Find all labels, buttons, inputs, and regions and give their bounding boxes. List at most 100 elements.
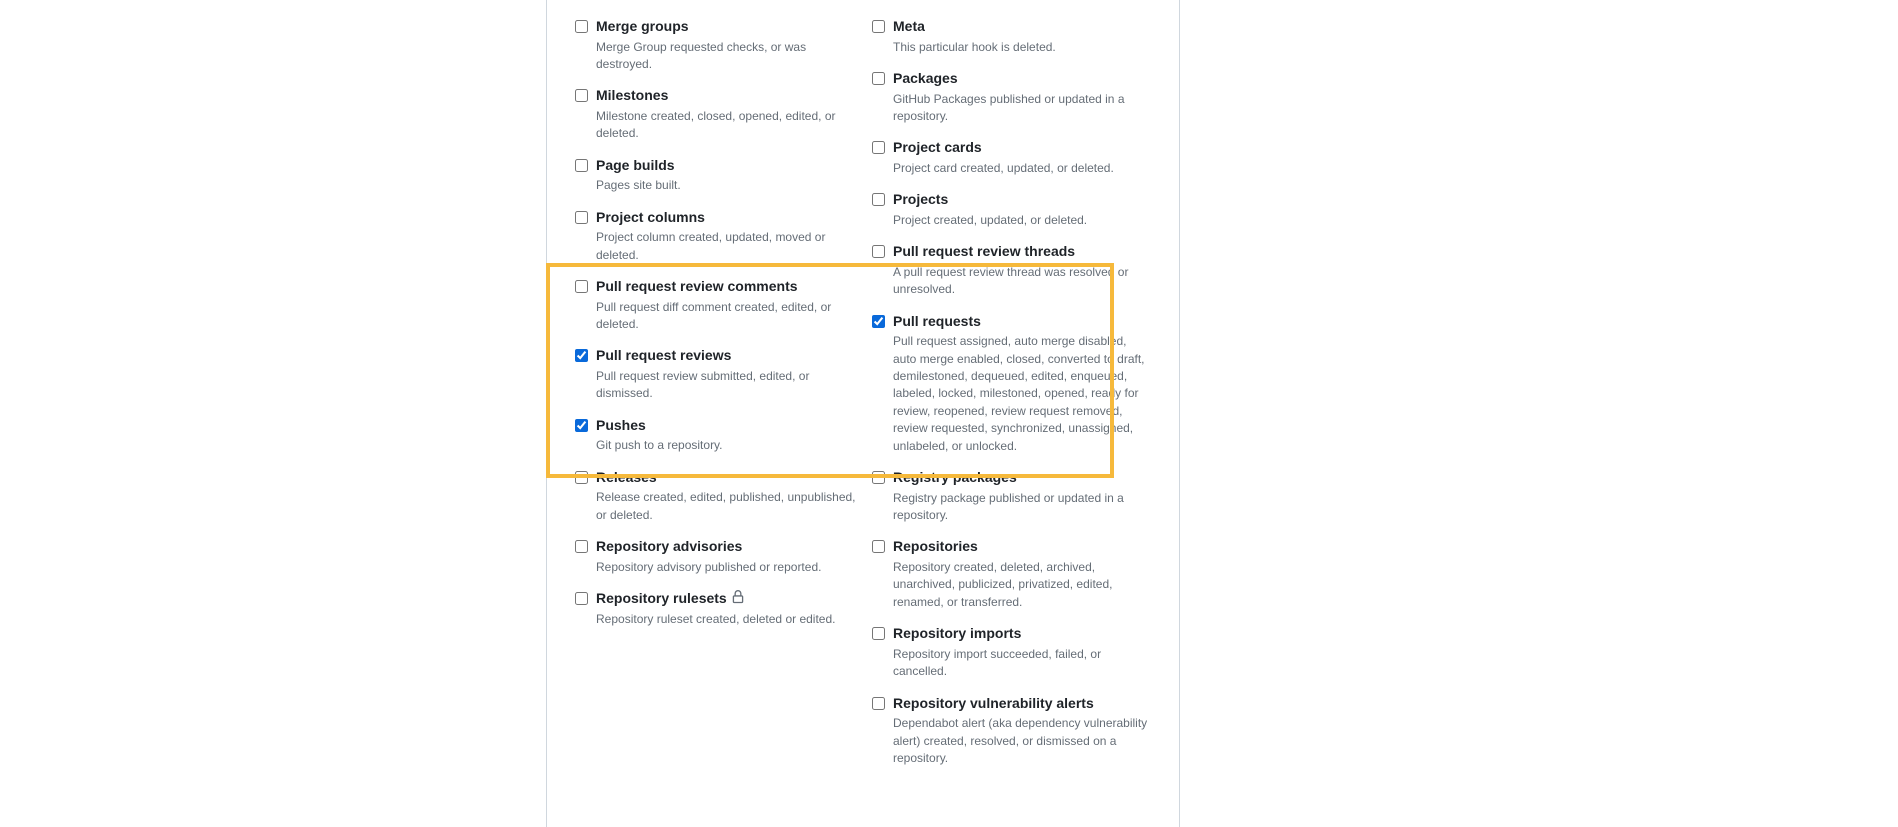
events-column-left: Merge groupsMerge Group requested checks… <box>575 8 862 771</box>
event-title: Repository advisories <box>596 537 856 557</box>
event-title: Repository vulnerability alerts <box>893 694 1153 714</box>
event-repo-imports[interactable]: Repository imports Repository import succ… <box>872 615 1159 684</box>
event-body: Project cards Project card created, updat… <box>893 138 1159 177</box>
event-title: Milestones <box>596 86 856 106</box>
event-body: Pull request reviewsPull request review … <box>596 346 862 402</box>
event-body: Pull request review commentsPull request… <box>596 277 862 333</box>
event-title: Meta <box>893 17 1153 37</box>
event-title: Registry packages <box>893 468 1153 488</box>
event-project-columns[interactable]: Project columnsProject column created, u… <box>575 199 862 268</box>
event-title: Project columns <box>596 208 856 228</box>
event-pull-requests[interactable]: Pull requestsPull request assigned, auto… <box>872 303 1159 459</box>
event-desc: This particular hook is deleted. <box>893 39 1153 56</box>
event-body: PushesGit push to a repository. <box>596 416 862 455</box>
event-checkbox-pr-review-threads[interactable] <box>872 245 885 258</box>
event-project-cards[interactable]: Project cards Project card created, updat… <box>872 129 1159 181</box>
event-desc: GitHub Packages published or updated in … <box>893 91 1153 126</box>
event-title: Pull requests <box>893 312 1153 332</box>
event-desc: Repository import succeeded, failed, or … <box>893 646 1153 681</box>
event-checkbox-project-columns[interactable] <box>575 211 588 224</box>
event-desc: Pull request diff comment created, edite… <box>596 299 856 334</box>
event-body: Project columnsProject column created, u… <box>596 208 862 264</box>
event-packages[interactable]: Packages GitHub Packages published or upd… <box>872 60 1159 129</box>
event-desc: A pull request review thread was resolve… <box>893 264 1153 299</box>
event-title-text: Packages <box>893 70 958 86</box>
event-checkbox-pull-requests[interactable] <box>872 315 885 328</box>
event-title: Pull request review comments <box>596 277 856 297</box>
event-checkbox-registry-packages[interactable] <box>872 471 885 484</box>
event-checkbox-releases[interactable] <box>575 471 588 484</box>
event-title-text: Milestones <box>596 87 668 103</box>
event-desc: Pull request review submitted, edited, o… <box>596 368 856 403</box>
event-repositories[interactable]: Repositories Repository created, deleted,… <box>872 528 1159 615</box>
event-body: Registry packagesRegistry package publis… <box>893 468 1159 524</box>
event-body: Meta This particular hook is deleted. <box>893 17 1159 56</box>
event-title: Repository rulesets <box>596 589 856 609</box>
event-desc: Registry package published or updated in… <box>893 490 1153 525</box>
event-title-text: Pull requests <box>893 313 981 329</box>
event-checkbox-milestones[interactable] <box>575 89 588 102</box>
event-repo-advisories[interactable]: Repository advisoriesRepository advisory… <box>575 528 862 580</box>
event-checkbox-packages[interactable] <box>872 72 885 85</box>
event-body: Page builds Pages site built. <box>596 156 862 195</box>
events-column-right: Meta This particular hook is deleted. Pack… <box>872 8 1159 771</box>
event-checkbox-repo-rulesets[interactable] <box>575 592 588 605</box>
event-checkbox-page-builds[interactable] <box>575 159 588 172</box>
event-checkbox-merge-groups[interactable] <box>575 20 588 33</box>
event-pr-reviews[interactable]: Pull request reviewsPull request review … <box>575 337 862 406</box>
event-title: Repositories <box>893 537 1153 557</box>
event-repo-rulesets[interactable]: Repository rulesetsRepository ruleset cr… <box>575 580 862 632</box>
event-desc: Pages site built. <box>596 177 856 194</box>
event-title: Releases <box>596 468 856 488</box>
event-checkbox-meta[interactable] <box>872 20 885 33</box>
event-checkbox-repo-imports[interactable] <box>872 627 885 640</box>
event-body: Repository imports Repository import succ… <box>893 624 1159 680</box>
event-title-text: Repositories <box>893 538 978 554</box>
event-body: Merge groupsMerge Group requested checks… <box>596 17 862 73</box>
event-pushes[interactable]: PushesGit push to a repository. <box>575 407 862 459</box>
event-title-text: Pull request review threads <box>893 243 1075 259</box>
event-page-builds[interactable]: Page builds Pages site built. <box>575 147 862 199</box>
event-checkbox-repositories[interactable] <box>872 540 885 553</box>
event-title-text: Page builds <box>596 157 675 173</box>
event-title: Pull request reviews <box>596 346 856 366</box>
event-checkbox-repo-vuln-alerts[interactable] <box>872 697 885 710</box>
event-repo-vuln-alerts[interactable]: Repository vulnerability alertsDependabo… <box>872 685 1159 772</box>
event-checkbox-project-cards[interactable] <box>872 141 885 154</box>
event-title: Project cards <box>893 138 1153 158</box>
event-title-text: Projects <box>893 191 948 207</box>
event-title: Pull request review threads <box>893 242 1153 262</box>
event-projects[interactable]: Projects Project created, updated, or del… <box>872 181 1159 233</box>
event-releases[interactable]: ReleasesRelease created, edited, publish… <box>575 459 862 528</box>
event-pr-review-comments[interactable]: Pull request review commentsPull request… <box>575 268 862 337</box>
event-pr-review-threads[interactable]: Pull request review threads A pull reques… <box>872 233 1159 302</box>
event-body: Packages GitHub Packages published or upd… <box>893 69 1159 125</box>
event-title-text: Repository rulesets <box>596 590 727 606</box>
event-title-text: Merge groups <box>596 18 689 34</box>
event-title: Projects <box>893 190 1153 210</box>
event-desc: Git push to a repository. <box>596 437 856 454</box>
event-body: Repository vulnerability alertsDependabo… <box>893 694 1159 768</box>
event-body: ReleasesRelease created, edited, publish… <box>596 468 862 524</box>
event-title-text: Repository vulnerability alerts <box>893 695 1094 711</box>
event-body: Pull requestsPull request assigned, auto… <box>893 312 1159 455</box>
event-merge-groups[interactable]: Merge groupsMerge Group requested checks… <box>575 8 862 77</box>
event-registry-packages[interactable]: Registry packagesRegistry package publis… <box>872 459 1159 528</box>
event-desc: Release created, edited, published, unpu… <box>596 489 856 524</box>
event-checkbox-pr-reviews[interactable] <box>575 349 588 362</box>
event-checkbox-pr-review-comments[interactable] <box>575 280 588 293</box>
events-columns: Merge groupsMerge Group requested checks… <box>547 0 1179 771</box>
event-meta[interactable]: Meta This particular hook is deleted. <box>872 8 1159 60</box>
event-desc: Project created, updated, or deleted. <box>893 212 1153 229</box>
event-checkbox-repo-advisories[interactable] <box>575 540 588 553</box>
event-desc: Project card created, updated, or delete… <box>893 160 1153 177</box>
event-body: Repository rulesetsRepository ruleset cr… <box>596 589 862 628</box>
event-body: MilestonesMilestone created, closed, ope… <box>596 86 862 142</box>
lock-icon <box>727 590 745 606</box>
event-title-text: Repository imports <box>893 625 1021 641</box>
event-checkbox-projects[interactable] <box>872 193 885 206</box>
event-milestones[interactable]: MilestonesMilestone created, closed, ope… <box>575 77 862 146</box>
event-checkbox-pushes[interactable] <box>575 419 588 432</box>
event-desc: Repository created, deleted, archived, u… <box>893 559 1153 611</box>
event-body: Repository advisoriesRepository advisory… <box>596 537 862 576</box>
